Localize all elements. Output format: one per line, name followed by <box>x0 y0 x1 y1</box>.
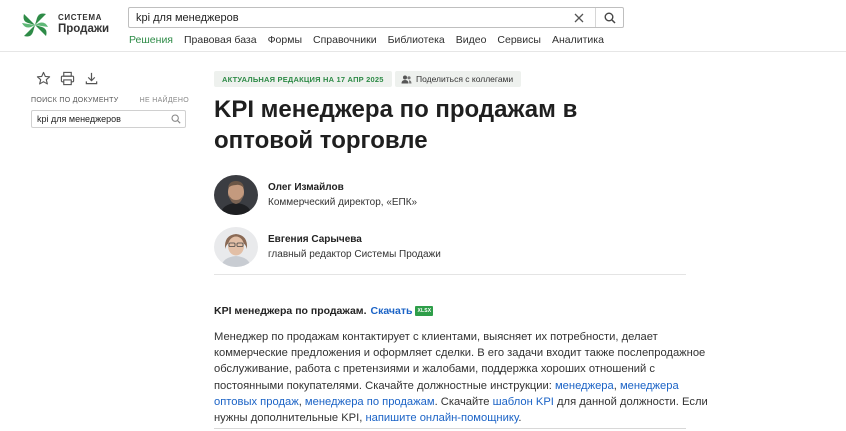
logo-line1: Система <box>58 13 102 23</box>
top-header: Система Продажи Решения Правовая база Фо… <box>0 0 846 52</box>
text-segment: . Скачайте <box>434 395 493 408</box>
avatar[interactable] <box>214 175 258 215</box>
author-role: Коммерческий директор, «ЕПК» <box>268 197 418 208</box>
search-box <box>128 7 624 28</box>
print-icon[interactable] <box>55 70 79 86</box>
author-role: главный редактор Системы Продажи <box>268 249 441 260</box>
search-icon[interactable] <box>167 111 185 127</box>
document-tools <box>31 70 103 86</box>
nav-item-reference[interactable]: Справочники <box>313 34 377 46</box>
text-segment: . <box>518 412 522 425</box>
nav-item-legal-base[interactable]: Правовая база <box>184 34 257 46</box>
divider <box>214 428 686 429</box>
intro-paragraph: Менеджер по продажам контактирует с клие… <box>214 329 714 426</box>
nav-item-video[interactable]: Видео <box>456 34 487 46</box>
clear-icon[interactable] <box>570 8 588 27</box>
link-online-assistant[interactable]: напишите онлайн-помощнику <box>365 412 518 424</box>
divider <box>214 274 686 275</box>
doc-search-status: Не найдено <box>139 97 189 104</box>
xlsx-badge[interactable]: XLSX <box>415 306 434 316</box>
download-icon[interactable] <box>79 70 103 86</box>
doc-search-input[interactable] <box>32 111 167 127</box>
main-nav: Решения Правовая база Формы Справочники … <box>129 34 615 46</box>
download-label: KPI менеджера по продажам. <box>214 305 367 317</box>
nav-item-analytics[interactable]: Аналитика <box>552 34 604 46</box>
doc-search-header: Поиск по документу Не найдено <box>31 97 189 104</box>
author-name[interactable]: Евгения Сарычева <box>268 234 441 245</box>
nav-item-forms[interactable]: Формы <box>268 34 302 46</box>
page-title: KPI менеджера по продажам в оптовой торг… <box>214 96 578 154</box>
star-icon[interactable] <box>31 70 55 86</box>
search-icon[interactable] <box>596 8 623 27</box>
nav-item-library[interactable]: Библиотека <box>388 34 445 46</box>
logo[interactable]: Система Продажи <box>20 11 109 39</box>
author-card: Олег Измайлов Коммерческий директор, «ЕП… <box>214 175 417 215</box>
link-sales-manager-instruction[interactable]: менеджера по продажам <box>305 396 435 408</box>
edition-badge: Актуальная редакция на 17 апр 2025 <box>214 71 392 87</box>
link-manager-instruction[interactable]: менеджера <box>555 380 614 392</box>
nav-item-services[interactable]: Сервисы <box>497 34 541 46</box>
link-kpi-template[interactable]: шаблон KPI <box>493 396 554 408</box>
share-label: Поделиться с коллегами <box>416 74 514 84</box>
author-name[interactable]: Олег Измайлов <box>268 182 417 193</box>
doc-search-box <box>31 110 186 128</box>
nav-item-solutions[interactable]: Решения <box>129 34 173 46</box>
share-button[interactable]: Поделиться с коллегами <box>395 71 522 87</box>
users-icon <box>401 75 412 84</box>
search-input[interactable] <box>129 8 570 27</box>
download-line: KPI менеджера по продажам. Скачать XLSX <box>214 305 434 317</box>
doc-search-label: Поиск по документу <box>31 97 119 104</box>
download-link[interactable]: Скачать <box>371 305 413 317</box>
avatar[interactable] <box>214 227 258 267</box>
leaf-pinwheel-logo-icon <box>22 13 48 37</box>
logo-line2: Продажи <box>58 23 110 36</box>
author-card: Евгения Сарычева главный редактор Систем… <box>214 227 441 267</box>
